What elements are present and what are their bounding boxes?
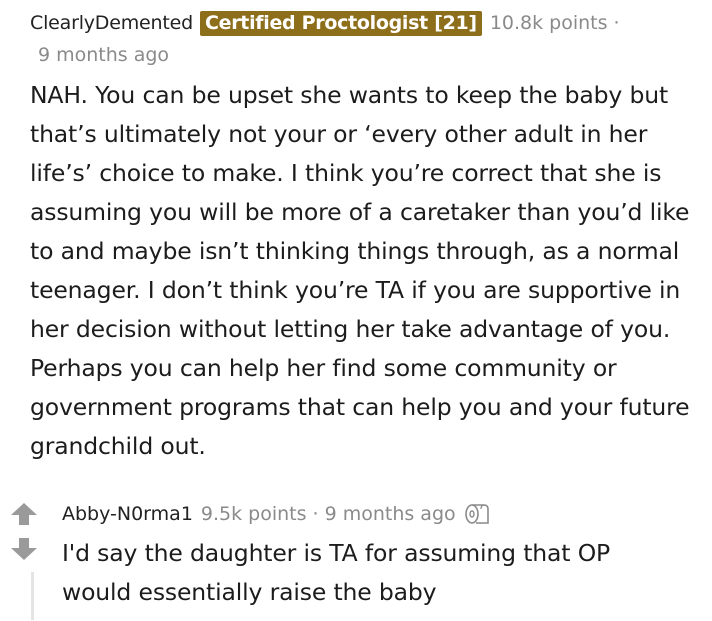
meta-separator: · (312, 503, 319, 525)
upvote-arrow-icon[interactable] (9, 501, 39, 527)
reply-timestamp[interactable]: 9 months ago (325, 503, 456, 525)
thread-line[interactable] (31, 572, 34, 620)
reply-points: 9.5k points (200, 503, 307, 525)
comment-timestamp[interactable]: 9 months ago (38, 44, 169, 66)
comment-username[interactable]: ClearlyDemented (30, 12, 193, 34)
reply-username[interactable]: Abby-N0rma1 (62, 503, 193, 525)
reply-body: I'd say the daughter is TA for assuming … (62, 539, 611, 606)
comment-points: 10.8k points (489, 12, 608, 34)
comment-body: NAH. You can be upset she wants to keep … (30, 81, 690, 460)
meta-separator: · (613, 12, 620, 34)
user-flair-badge: Certified Proctologist [21] (199, 10, 482, 36)
toilet-paper-icon[interactable] (464, 502, 490, 526)
downvote-arrow-icon[interactable] (9, 536, 39, 562)
reply-meta: Abby-N0rma1 9.5k points · 9 months ago (62, 500, 490, 528)
comment-meta: ClearlyDemented Certified Proctologist [… (30, 10, 620, 36)
reply-comment: Abby-N0rma1 9.5k points · 9 months ago I… (0, 496, 712, 621)
